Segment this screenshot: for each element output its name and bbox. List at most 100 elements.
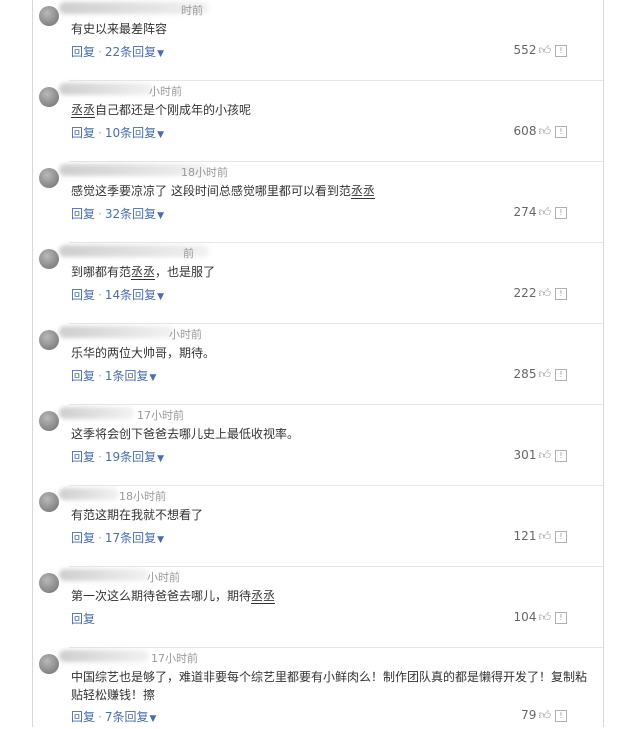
avatar[interactable] <box>39 168 59 188</box>
reply-count: 32 <box>104 207 121 221</box>
highlighted-keyword[interactable]: 丞丞 <box>350 184 375 199</box>
like-count: 274 <box>513 205 537 219</box>
thumbs-up-icon: 👍︎ <box>538 43 551 57</box>
reply-suffix: 条回复 <box>112 369 149 383</box>
comment-actions: 回复 · 14条回复▼ <box>71 286 164 303</box>
avatar[interactable] <box>39 492 59 512</box>
comment-text-segment: 自己都还是个刚成年的小孩呢 <box>95 103 252 117</box>
report-icon[interactable]: ! <box>555 531 567 543</box>
like-button[interactable]: 552 👍︎ <box>514 43 551 58</box>
reply-suffix: 条回复 <box>120 207 157 221</box>
reply-button[interactable]: 回复 <box>71 450 95 464</box>
replies-toggle[interactable]: 1条回复▼ <box>105 369 157 383</box>
report-icon[interactable]: ! <box>555 288 567 300</box>
avatar[interactable] <box>39 6 59 26</box>
avatar[interactable] <box>39 87 59 107</box>
like-count: 79 <box>521 708 537 722</box>
comment-time: 17小时前 <box>151 652 198 665</box>
comment-time: 小时前 <box>149 85 182 98</box>
reply-suffix: 条回复 <box>120 126 157 140</box>
comment-item: 18小时前 感觉这季要凉凉了 这段时间总感觉哪里都可以看到范丞丞 回复 · 32条回复▼… <box>33 162 603 243</box>
reply-suffix: 条回复 <box>120 288 157 302</box>
like-count: 301 <box>513 448 537 462</box>
reply-suffix: 条回复 <box>120 45 157 59</box>
comment-text: 感觉这季要凉凉了 这段时间总感觉哪里都可以看到范丞丞 <box>71 182 593 200</box>
separator-dot: · <box>98 288 102 302</box>
report-icon[interactable]: ! <box>555 612 567 624</box>
comment-item: 小时前 乐华的两位大帅哥，期待。 回复 · 1条回复▼ 285 👍︎! <box>33 324 603 405</box>
reply-count: 10 <box>104 126 121 140</box>
username-blurred <box>59 569 149 581</box>
like-button[interactable]: 222 👍︎ <box>514 286 551 301</box>
separator-dot: · <box>98 369 102 383</box>
like-count: 608 <box>513 124 537 138</box>
report-icon[interactable]: ! <box>555 126 567 138</box>
comment-text: 到哪都有范丞丞，也是服了 <box>71 263 593 281</box>
comment-time: 17小时前 <box>137 409 184 422</box>
reply-button[interactable]: 回复 <box>71 710 95 724</box>
username-blurred <box>59 326 174 338</box>
highlighted-keyword[interactable]: 丞丞 <box>251 589 276 604</box>
avatar[interactable] <box>39 654 59 674</box>
comment-text: 中国综艺也是够了，难道非要每个综艺里都要有小鲜肉么！制作团队真的都是懒得开发了！… <box>71 670 588 702</box>
comment-item: 17小时前中国综艺也是够了，难道非要每个综艺里都要有小鲜肉么！制作团队真的都是懒… <box>33 648 603 729</box>
avatar[interactable] <box>39 573 59 593</box>
like-count: 552 <box>513 43 537 57</box>
comment-item: 小时前 第一次这么期待爸爸去哪儿，期待丞丞 回复 104 👍︎! <box>33 567 603 648</box>
comment-item: 时前 有史以来最差阵容 回复 · 22条回复▼ 552 👍︎! <box>33 0 603 81</box>
report-icon[interactable]: ! <box>555 450 567 462</box>
reply-button[interactable]: 回复 <box>71 207 95 221</box>
username-blurred <box>59 650 149 662</box>
comment-text-segment: 感觉这季要凉凉了 这段时间总感觉哪里都可以看到范 <box>71 184 351 198</box>
separator-dot: · <box>98 45 102 59</box>
comment-time: 18小时前 <box>119 490 166 503</box>
reply-button[interactable]: 回复 <box>71 369 95 383</box>
chevron-down-icon: ▼ <box>157 130 165 140</box>
reply-button[interactable]: 回复 <box>71 612 95 626</box>
avatar[interactable] <box>39 249 59 269</box>
separator-dot: · <box>98 531 102 545</box>
comment-item: 18小时前有范这期在我就不想看了 回复 · 17条回复▼ 121 👍︎! <box>33 486 603 567</box>
comment-time: 时前 <box>181 4 203 17</box>
thumbs-up-icon: 👍︎ <box>538 124 551 138</box>
report-icon[interactable]: ! <box>555 369 567 381</box>
report-icon[interactable]: ! <box>555 45 567 57</box>
separator-dot: · <box>98 207 102 221</box>
like-button[interactable]: 608 👍︎ <box>514 124 551 139</box>
like-count: 222 <box>513 286 537 300</box>
reply-button[interactable]: 回复 <box>71 126 95 140</box>
separator-dot: · <box>98 126 102 140</box>
like-button[interactable]: 301 👍︎ <box>514 448 551 463</box>
reply-button[interactable]: 回复 <box>71 288 95 302</box>
replies-toggle[interactable]: 7条回复▼ <box>105 710 157 724</box>
like-button[interactable]: 79 👍︎ <box>521 708 551 723</box>
comment-actions: 回复 · 22条回复▼ <box>71 43 164 60</box>
username-blurred <box>59 407 134 419</box>
username-blurred <box>59 83 154 95</box>
replies-toggle[interactable]: 10条回复▼ <box>105 126 164 140</box>
like-button[interactable]: 121 👍︎ <box>514 529 551 544</box>
avatar[interactable] <box>39 330 59 350</box>
comment-time: 小时前 <box>147 571 180 584</box>
replies-toggle[interactable]: 19条回复▼ <box>105 450 164 464</box>
reply-button[interactable]: 回复 <box>71 45 95 59</box>
comment-time: 小时前 <box>169 328 202 341</box>
highlighted-keyword[interactable]: 丞丞 <box>71 103 96 118</box>
report-icon[interactable]: ! <box>555 207 567 219</box>
like-button[interactable]: 104 👍︎ <box>514 610 551 625</box>
replies-toggle[interactable]: 22条回复▼ <box>105 45 164 59</box>
comment-actions: 回复 · 1条回复▼ <box>71 367 156 384</box>
comment-text: 有范这期在我就不想看了 <box>71 508 204 522</box>
separator-dot: · <box>98 450 102 464</box>
comment-actions: 回复 <box>71 610 95 627</box>
reply-button[interactable]: 回复 <box>71 531 95 545</box>
highlighted-keyword[interactable]: 丞丞 <box>131 265 156 280</box>
like-button[interactable]: 285 👍︎ <box>514 367 551 382</box>
replies-toggle[interactable]: 14条回复▼ <box>105 288 164 302</box>
report-icon[interactable]: ! <box>555 710 567 722</box>
reply-count: 14 <box>104 288 121 302</box>
replies-toggle[interactable]: 17条回复▼ <box>105 531 164 545</box>
replies-toggle[interactable]: 32条回复▼ <box>105 207 164 221</box>
avatar[interactable] <box>39 411 59 431</box>
like-button[interactable]: 274 👍︎ <box>514 205 551 220</box>
